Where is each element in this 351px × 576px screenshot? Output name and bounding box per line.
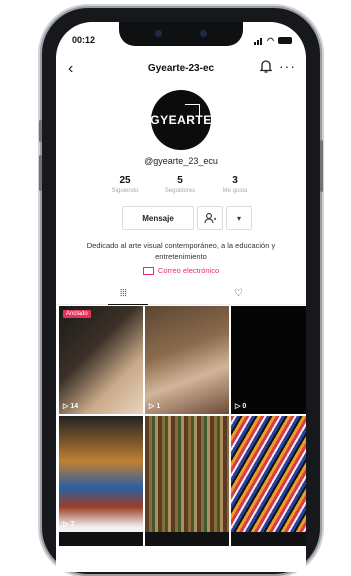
stat-label: Me gusta xyxy=(222,188,248,194)
status-icons: ◠ xyxy=(254,35,292,45)
view-count: ▷ 7 xyxy=(63,521,75,528)
wifi-icon: ◠ xyxy=(267,35,274,45)
avatar-logo-text: GYEARTE xyxy=(150,113,212,127)
video-thumbnail[interactable] xyxy=(145,416,229,546)
stat-followers[interactable]: 5 Seguidores xyxy=(155,175,205,194)
phone-button xyxy=(39,120,42,142)
status-time: 00:12 xyxy=(72,35,96,45)
pinned-badge: Anclado xyxy=(63,310,91,318)
view-count: ▷ 0 xyxy=(235,403,247,410)
stat-likes[interactable]: 3 Me gusta xyxy=(210,175,260,194)
message-button[interactable]: Mensaje xyxy=(122,206,194,230)
email-link[interactable]: Correo electrónico xyxy=(56,266,306,276)
video-thumbnail[interactable]: ▷ 7 xyxy=(59,416,143,546)
more-icon[interactable]: ··· xyxy=(279,58,296,74)
email-label: Correo electrónico xyxy=(157,266,220,275)
view-count: ▷ 1 xyxy=(149,403,161,410)
video-thumbnail[interactable] xyxy=(231,416,306,546)
video-grid: Anclado ▷ 14 ▷ 1 ▷ 0 ▷ 7 xyxy=(59,306,306,546)
profile-header: ‹ Gyearte-23-ec ··· xyxy=(56,58,306,80)
phone-button xyxy=(39,155,42,191)
profile-tabs: ⦙⦙⦙ ♡ xyxy=(56,284,306,305)
liked-videos-tab-icon[interactable]: ♡ xyxy=(234,288,243,299)
phone-button xyxy=(320,140,323,192)
status-bar: 00:12 ◠ xyxy=(56,32,306,48)
stat-label: Siguiendo xyxy=(111,188,139,194)
video-thumbnail[interactable]: ▷ 0 xyxy=(231,306,306,414)
thumbnail-caption xyxy=(59,532,143,546)
bio-text: Dedicado al arte visual contemporáneo, a… xyxy=(86,241,276,261)
stats-row: 25 Siguiendo 5 Seguidores 3 Me gusta xyxy=(100,175,260,194)
video-thumbnail[interactable]: ▷ 1 xyxy=(145,306,229,414)
mail-icon xyxy=(142,267,154,276)
battery-icon xyxy=(278,36,292,44)
stat-label: Seguidores xyxy=(164,188,196,194)
follow-user-icon[interactable] xyxy=(197,206,223,230)
signal-icon xyxy=(254,35,263,45)
thumbnail-caption xyxy=(145,532,229,546)
videos-grid-tab-icon[interactable]: ⦙⦙⦙ xyxy=(120,288,127,299)
avatar[interactable]: GYEARTE xyxy=(150,90,212,150)
stat-following[interactable]: 25 Siguiendo xyxy=(100,175,150,194)
phone-screen: 00:12 ◠ ‹ Gyearte-23-ec ··· GYEARTE @gye… xyxy=(56,22,306,572)
active-tab-indicator xyxy=(108,303,148,305)
bell-icon[interactable] xyxy=(259,60,273,79)
video-thumbnail[interactable]: Anclado ▷ 14 xyxy=(59,306,143,414)
stat-value: 25 xyxy=(119,175,131,186)
dropdown-icon[interactable]: ▾ xyxy=(226,206,252,230)
username: @gyearte_23_ecu xyxy=(144,156,218,166)
profile-actions: Mensaje ▾ xyxy=(122,206,252,230)
stat-value: 3 xyxy=(232,175,238,186)
view-count: ▷ 14 xyxy=(63,403,79,410)
stat-value: 5 xyxy=(177,175,183,186)
thumbnail-caption xyxy=(231,532,306,546)
